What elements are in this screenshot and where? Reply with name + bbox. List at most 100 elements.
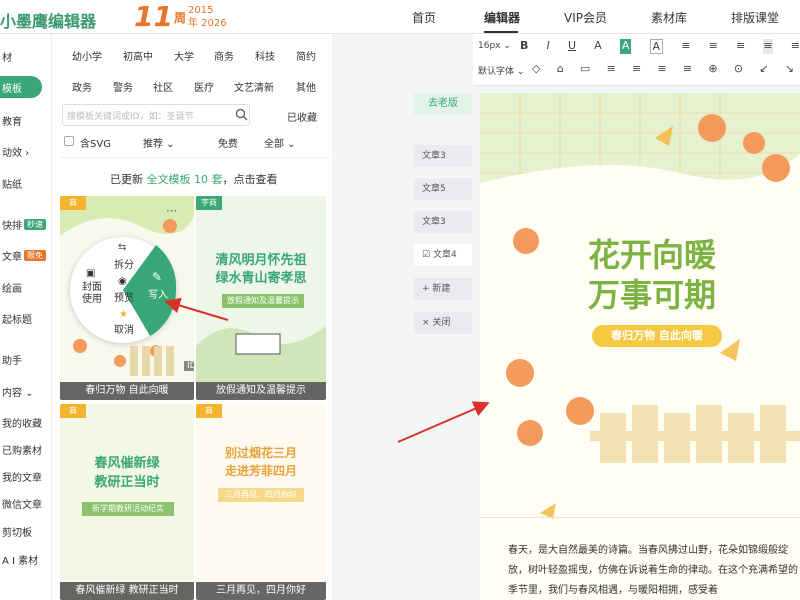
editor-canvas[interactable]: 花开向暖 万事可期 春归万物 自此向暖 春天，是大自然最美的诗篇。当春风拂过山野… bbox=[480, 93, 800, 600]
rail-item-my-articles[interactable]: 我的文章 bbox=[0, 465, 52, 487]
nav-course[interactable]: 排版课堂 bbox=[731, 9, 779, 26]
underline-button[interactable]: U bbox=[568, 39, 576, 54]
category-simple[interactable]: 简约 bbox=[296, 48, 316, 63]
indent-button[interactable]: ≡ bbox=[791, 39, 800, 54]
preview-button[interactable]: 预览 bbox=[114, 289, 134, 304]
template-card[interactable]: 字商 清风明月怀先祖 绿水青山寄孝思 放假通知及温馨提示 放假通知及温馨提示 bbox=[196, 196, 326, 400]
rail-item-clipboard[interactable]: 剪切板 bbox=[0, 520, 52, 542]
template-card[interactable]: 商 别过烟花三月 走进芳菲四月 三月再见，四月你好 三月再见，四月你好 bbox=[196, 404, 326, 600]
rail-item-favorites[interactable]: 我的收藏 bbox=[0, 411, 52, 433]
svg-checkbox[interactable] bbox=[64, 136, 74, 146]
anniv-years: 2015 年 2026 bbox=[188, 4, 227, 30]
rail-item-purchased[interactable]: 已购素材 bbox=[0, 438, 52, 460]
paragraph-spacing-icon[interactable]: ≡ bbox=[632, 62, 641, 75]
italic-button[interactable]: I bbox=[547, 39, 550, 54]
undo-icon[interactable]: ↙ bbox=[759, 62, 768, 75]
rail-item-material[interactable]: 材 bbox=[0, 45, 52, 67]
font-commercial-badge: 字商 bbox=[196, 196, 222, 210]
redo-icon[interactable]: ↘ bbox=[785, 62, 794, 75]
rail-label: 材 bbox=[2, 52, 12, 64]
article-item[interactable]: 文章3 bbox=[414, 211, 472, 233]
rail-label: 我的文章 bbox=[2, 472, 42, 484]
category-medical[interactable]: 医疗 bbox=[194, 79, 214, 94]
split-button[interactable]: 拆分 bbox=[114, 256, 134, 271]
format-painter-icon[interactable]: ⌂ bbox=[557, 62, 564, 75]
scope-dropdown[interactable]: 全部 ⌄ bbox=[264, 135, 296, 150]
notice-link[interactable]: 全文模板 10 套 bbox=[147, 173, 223, 186]
category-other[interactable]: 其他 bbox=[296, 79, 316, 94]
template-card[interactable]: 商 春风催新绿 教研正当时 新学期教研活动纪实 春风催新绿 教研正当时 bbox=[60, 404, 194, 600]
font-family-select[interactable]: 默认字体 ⌄ bbox=[478, 64, 524, 77]
line-height-icon[interactable]: ≡ bbox=[607, 62, 616, 75]
rail-item-ai-material[interactable]: A I 素材 bbox=[0, 548, 52, 570]
border-color-button[interactable]: A bbox=[649, 39, 664, 54]
article-item[interactable]: 文章3 bbox=[414, 145, 472, 167]
rail-item-painting[interactable]: 绘画 bbox=[0, 276, 52, 298]
align-right-button[interactable]: ≡ bbox=[736, 39, 745, 54]
sort-value: 推荐 bbox=[143, 139, 163, 150]
toolbar-row-1: B I U A A A ≡ ≡ ≡ ≡ ≡ bbox=[520, 39, 800, 54]
rail-item-animation[interactable]: 动效 › bbox=[0, 140, 52, 162]
canvas-body-text[interactable]: 春天，是大自然最美的诗篇。当春风拂过山野，花朵如锦缎般绽放，树叶轻盈摇曳，仿佛在… bbox=[508, 541, 800, 600]
sort-dropdown[interactable]: 推荐 ⌄ bbox=[143, 135, 175, 150]
category-literary[interactable]: 文艺清新 bbox=[234, 79, 274, 94]
close-article-button[interactable]: × 关闭 bbox=[414, 312, 472, 334]
category-government[interactable]: 政务 bbox=[72, 79, 92, 94]
article-item-active[interactable]: ☑ 文章4 bbox=[414, 244, 472, 266]
card-caption: 春归万物 自此向暖 bbox=[60, 382, 194, 400]
template-id: ID:12158 bbox=[184, 361, 194, 371]
emoji-icon[interactable]: ⊙ bbox=[734, 62, 743, 75]
rail-item-title-gen[interactable]: 起标题 bbox=[0, 307, 52, 329]
category-tech[interactable]: 科技 bbox=[255, 48, 275, 63]
write-button[interactable]: 写入 bbox=[148, 286, 168, 301]
headline-line: 别过烟花三月 bbox=[224, 446, 297, 460]
rail-item-sticker[interactable]: 贴纸 bbox=[0, 172, 52, 194]
insert-icon[interactable]: ⊕ bbox=[708, 62, 717, 75]
rail-item-assistant[interactable]: 助手 bbox=[0, 348, 52, 370]
image-icon[interactable]: ▭ bbox=[580, 62, 590, 75]
collected-button[interactable]: 已收藏 bbox=[287, 109, 317, 124]
nav-home[interactable]: 首页 bbox=[412, 9, 436, 26]
preview-icon: ◉ bbox=[118, 276, 127, 287]
category-primary[interactable]: 幼小学 bbox=[72, 48, 102, 63]
price-dropdown[interactable]: 免费 bbox=[218, 135, 238, 150]
search-icon[interactable] bbox=[235, 108, 248, 121]
rail-label: 助手 bbox=[2, 355, 22, 367]
rail-item-wechat-articles[interactable]: 微信文章 bbox=[0, 492, 52, 514]
bold-button[interactable]: B bbox=[520, 39, 528, 54]
list-icon[interactable]: ≡ bbox=[683, 62, 692, 75]
rail-item-template[interactable]: 模板 bbox=[0, 76, 42, 98]
canvas-tag: 春归万物 自此向暖 bbox=[592, 325, 722, 347]
card-headline: 清风明月怀先祖 绿水青山寄孝思 bbox=[196, 252, 326, 288]
headline-line: 春风催新绿 bbox=[94, 456, 160, 471]
rail-item-quick-layout[interactable]: 快排 秒速 bbox=[0, 213, 52, 235]
align-center-button[interactable]: ≡ bbox=[709, 39, 718, 54]
bg-color-button[interactable]: A bbox=[619, 39, 632, 54]
app-logo[interactable]: 小墨鹰编辑器 bbox=[0, 8, 96, 32]
rail-item-content[interactable]: 内容 ⌄ bbox=[0, 380, 52, 402]
nav-editor[interactable]: 编辑器 bbox=[484, 9, 520, 26]
cover-use-button[interactable]: 封面使用 bbox=[80, 282, 104, 306]
align-justify-button[interactable]: ≡ bbox=[763, 39, 773, 54]
category-community[interactable]: 社区 bbox=[153, 79, 173, 94]
letter-spacing-icon[interactable]: ≡ bbox=[657, 62, 666, 75]
category-college[interactable]: 大学 bbox=[174, 48, 194, 63]
old-version-button[interactable]: 去老版 bbox=[414, 93, 472, 115]
category-police[interactable]: 警务 bbox=[113, 79, 133, 94]
nav-materials[interactable]: 素材库 bbox=[651, 9, 687, 26]
article-item[interactable]: 文章5 bbox=[414, 178, 472, 200]
cancel-button[interactable]: 取消 bbox=[114, 321, 134, 336]
font-size-select[interactable]: 16px ⌄ bbox=[478, 41, 511, 51]
font-color-button[interactable]: A bbox=[594, 39, 602, 54]
more-icon[interactable]: ··· bbox=[166, 204, 177, 218]
category-business[interactable]: 商务 bbox=[214, 48, 234, 63]
rail-item-education[interactable]: 教育 bbox=[0, 109, 52, 131]
update-notice[interactable]: 已更新 全文模板 10 套，点击查看 bbox=[110, 171, 278, 187]
nav-vip[interactable]: VIP会员 bbox=[564, 9, 607, 26]
category-middle-high[interactable]: 初高中 bbox=[123, 48, 153, 63]
eraser-icon[interactable]: ◇ bbox=[532, 62, 540, 75]
rail-tag-free: 限免 bbox=[24, 249, 46, 261]
rail-item-article[interactable]: 文章 限免 bbox=[0, 244, 52, 266]
new-article-button[interactable]: + 新建 bbox=[414, 278, 472, 300]
align-left-button[interactable]: ≡ bbox=[681, 39, 690, 54]
